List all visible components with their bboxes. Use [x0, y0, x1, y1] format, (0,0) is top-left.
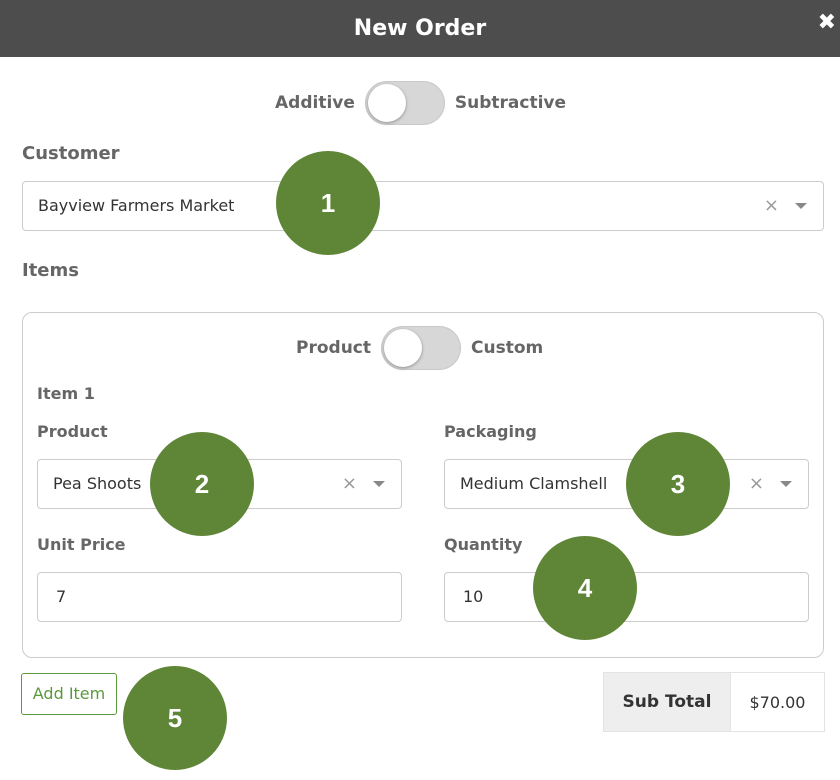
callout-badge-5: 5	[123, 666, 227, 770]
packaging-value: Medium Clamshell	[460, 474, 608, 493]
unit-price-label: Unit Price	[37, 535, 126, 554]
clear-icon[interactable]: ×	[342, 460, 357, 508]
modal-header: New Order ✖	[0, 0, 840, 57]
order-mode-switch[interactable]	[364, 81, 445, 125]
subtractive-label: Subtractive	[454, 93, 567, 113]
item-title: Item 1	[37, 384, 95, 403]
clear-icon[interactable]: ×	[749, 460, 764, 508]
callout-badge-4: 4	[533, 536, 637, 640]
customer-label: Customer	[22, 143, 120, 164]
customer-value: Bayview Farmers Market	[38, 196, 235, 215]
item-mode-toggle-row: Product Custom	[296, 326, 543, 370]
clear-icon[interactable]: ×	[764, 182, 779, 230]
unit-price-input[interactable]: 7	[37, 572, 402, 622]
chevron-down-icon[interactable]	[795, 203, 807, 209]
product-value: Pea Shoots	[53, 474, 142, 493]
product-label: Product	[37, 422, 108, 441]
chevron-down-icon[interactable]	[780, 481, 792, 487]
callout-badge-1: 1	[276, 151, 380, 255]
additive-label: Additive	[275, 93, 355, 113]
subtotal-table: Sub Total $70.00	[603, 672, 825, 732]
callout-badge-2: 2	[150, 432, 254, 536]
item-mode-switch[interactable]	[381, 326, 461, 370]
callout-badge-3: 3	[626, 432, 730, 536]
custom-mode-label: Custom	[471, 338, 544, 358]
close-icon[interactable]: ✖	[818, 10, 836, 35]
subtotal-label: Sub Total	[604, 673, 730, 731]
chevron-down-icon[interactable]	[373, 481, 385, 487]
subtotal-value: $70.00	[730, 673, 824, 731]
switch-knob	[367, 84, 406, 122]
quantity-label: Quantity	[444, 535, 523, 554]
product-mode-label: Product	[296, 338, 371, 358]
items-label: Items	[22, 260, 79, 281]
add-item-button[interactable]: Add Item	[21, 673, 117, 715]
packaging-label: Packaging	[444, 422, 537, 441]
switch-knob	[384, 329, 422, 367]
order-mode-toggle-row: Additive Subtractive	[275, 81, 566, 125]
modal-title: New Order	[353, 16, 487, 41]
customer-select[interactable]: Bayview Farmers Market ×	[22, 181, 824, 231]
